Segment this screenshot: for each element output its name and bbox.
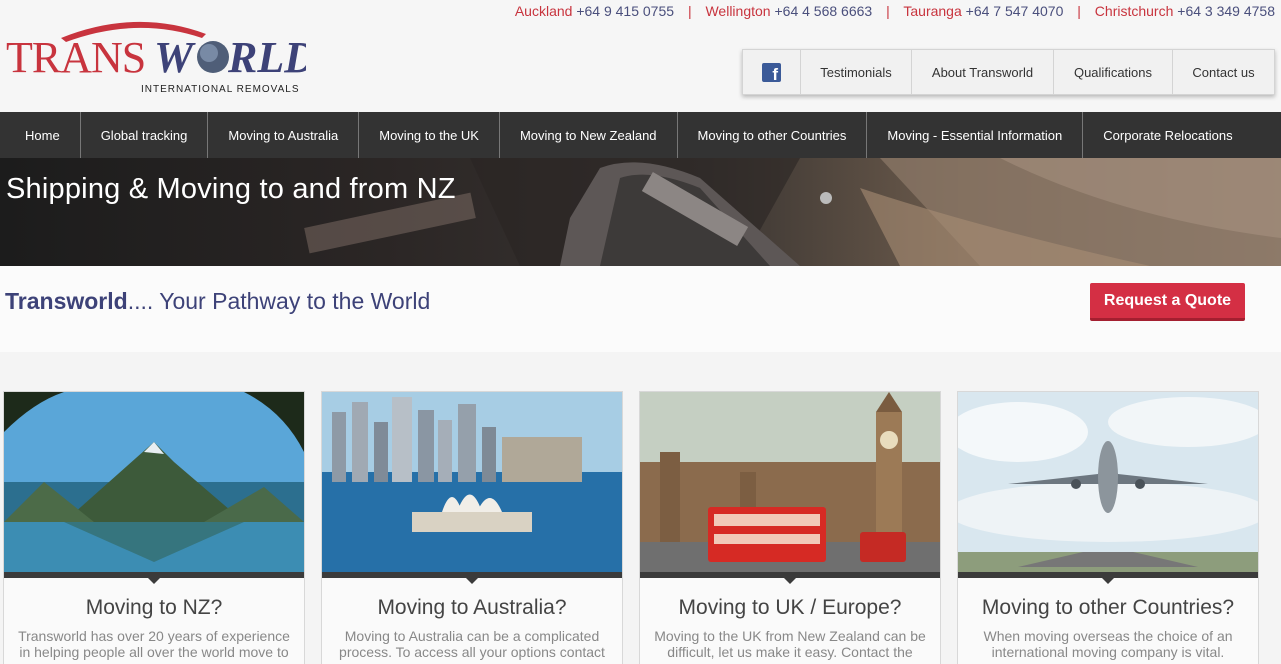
- utility-qualifications[interactable]: Qualifications: [1054, 50, 1173, 94]
- card-strip: [4, 572, 304, 584]
- logo-graphic: TRANS W RLD INTERNATIONAL REMOVALS: [6, 21, 306, 95]
- card-moving-to-uk[interactable]: Moving to UK / Europe? Moving to the UK …: [639, 391, 941, 664]
- hero-banner: Shipping & Moving to and from NZ: [0, 158, 1281, 266]
- card-title[interactable]: Moving to UK / Europe?: [640, 596, 940, 620]
- card-text: Moving to Australia can be a complicated…: [339, 628, 605, 660]
- svg-text:TRANS: TRANS: [6, 33, 145, 82]
- nav-global-tracking[interactable]: Global tracking: [81, 112, 209, 158]
- transworld-logo[interactable]: TRANS W RLD INTERNATIONAL REMOVALS: [6, 14, 306, 98]
- phone-city: Tauranga: [903, 3, 962, 19]
- card-strip: [958, 572, 1258, 584]
- card-image-nz: [4, 392, 304, 572]
- nav-moving-to-australia[interactable]: Moving to Australia: [208, 112, 360, 158]
- card-pointer: [784, 578, 796, 584]
- card-pointer: [148, 578, 160, 584]
- card-moving-to-nz[interactable]: Moving to NZ? Transworld has over 20 yea…: [3, 391, 305, 664]
- phone-numbers: Auckland +64 9 415 0755 | Wellington +64…: [515, 3, 1275, 19]
- nav-moving-to-new-zealand[interactable]: Moving to New Zealand: [500, 112, 678, 158]
- nav-moving-to-uk[interactable]: Moving to the UK: [359, 112, 500, 158]
- phone-number[interactable]: +64 7 547 4070: [966, 3, 1064, 19]
- tagline-text: .... Your Pathway to the World: [127, 288, 431, 314]
- nav-moving-to-other-countries[interactable]: Moving to other Countries: [678, 112, 868, 158]
- card-title[interactable]: Moving to NZ?: [4, 596, 304, 620]
- phone-number[interactable]: +64 3 349 4758: [1177, 3, 1275, 19]
- phone-city: Wellington: [705, 3, 771, 19]
- card-pointer: [466, 578, 478, 584]
- svg-text:W: W: [154, 33, 196, 82]
- tagline-brand: Transworld: [5, 288, 128, 314]
- phone-number[interactable]: +64 4 568 6663: [774, 3, 872, 19]
- utility-about-transworld[interactable]: About Transworld: [912, 50, 1054, 94]
- divider: |: [687, 3, 692, 19]
- phone-number[interactable]: +64 9 415 0755: [576, 3, 674, 19]
- utility-testimonials[interactable]: Testimonials: [801, 50, 912, 94]
- phone-city: Christchurch: [1094, 3, 1174, 19]
- phone-city: Auckland: [514, 3, 573, 19]
- card-moving-to-australia[interactable]: Moving to Australia? Moving to Australia…: [321, 391, 623, 664]
- facebook-link[interactable]: f: [743, 50, 801, 94]
- nav-essential-information[interactable]: Moving - Essential Information: [867, 112, 1084, 158]
- tagline: Transworld.... Your Pathway to the World: [5, 288, 430, 315]
- utility-contact-us[interactable]: Contact us: [1173, 50, 1274, 94]
- site-header: TRANS W RLD INTERNATIONAL REMOVALS Auckl…: [0, 0, 1281, 112]
- card-image-uk: [640, 392, 940, 572]
- card-pointer: [1102, 578, 1114, 584]
- svg-text:RLD: RLD: [227, 33, 306, 82]
- card-strip: [640, 572, 940, 584]
- divider: |: [886, 3, 890, 19]
- facebook-icon: f: [762, 62, 781, 83]
- card-title[interactable]: Moving to Australia?: [322, 596, 622, 620]
- card-moving-to-other-countries[interactable]: Moving to other Countries? When moving o…: [957, 391, 1259, 664]
- card-image-plane: [958, 392, 1258, 572]
- request-quote-button[interactable]: Request a Quote: [1090, 283, 1245, 321]
- svg-text:INTERNATIONAL REMOVALS: INTERNATIONAL REMOVALS: [141, 84, 300, 95]
- card-image-australia: [322, 392, 622, 572]
- tagline-bar: Transworld.... Your Pathway to the World…: [0, 266, 1281, 352]
- divider: |: [1077, 3, 1081, 19]
- card-text: Moving to the UK from New Zealand can be…: [654, 628, 926, 660]
- card-text: When moving overseas the choice of an in…: [983, 628, 1233, 660]
- card-title[interactable]: Moving to other Countries?: [958, 596, 1258, 620]
- nav-corporate-relocations[interactable]: Corporate Relocations: [1083, 112, 1252, 158]
- card-strip: [322, 572, 622, 584]
- utility-nav: f Testimonials About Transworld Qualific…: [742, 49, 1275, 95]
- main-nav: Home Global tracking Moving to Australia…: [0, 112, 1281, 158]
- card-text: Transworld has over 20 years of experien…: [18, 628, 290, 660]
- banner-title: Shipping & Moving to and from NZ: [6, 173, 456, 205]
- nav-home[interactable]: Home: [0, 112, 81, 158]
